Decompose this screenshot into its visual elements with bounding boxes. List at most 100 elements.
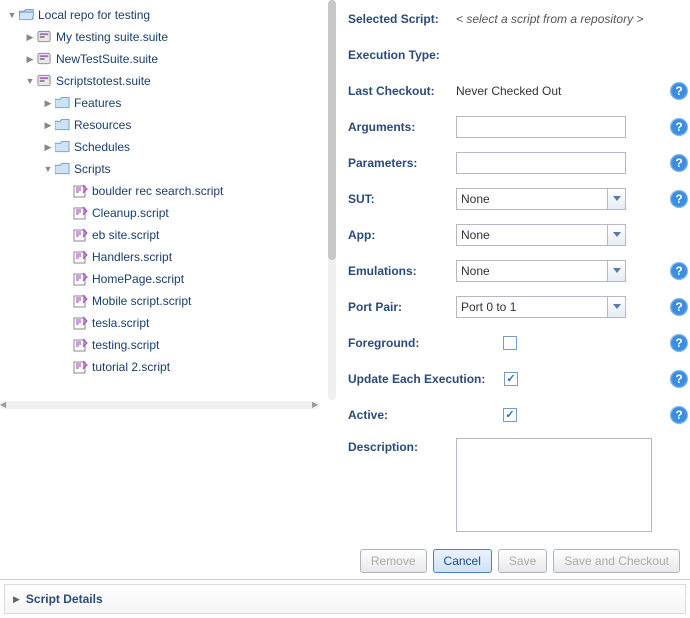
- folder-icon: [54, 161, 70, 177]
- tree-label: Scriptstotest.suite: [56, 74, 151, 88]
- remove-button[interactable]: Remove: [360, 549, 427, 573]
- save-checkout-button[interactable]: Save and Checkout: [553, 549, 680, 573]
- cancel-button[interactable]: Cancel: [433, 549, 492, 573]
- arguments-input[interactable]: [456, 116, 626, 138]
- description-label: Description:: [348, 438, 456, 454]
- selected-script-label: Selected Script:: [348, 12, 456, 26]
- help-icon[interactable]: ?: [670, 262, 688, 280]
- description-textarea[interactable]: [456, 438, 652, 532]
- app-select[interactable]: None: [456, 224, 626, 246]
- script-icon: [72, 249, 88, 265]
- sut-label: SUT:: [348, 192, 456, 206]
- tree-script-item[interactable]: boulder rec search.script: [6, 180, 338, 202]
- select-value: None: [457, 192, 607, 206]
- tree-label: tutorial 2.script: [92, 360, 170, 374]
- expander-icon[interactable]: ▶: [24, 32, 36, 43]
- help-icon[interactable]: ?: [670, 298, 688, 316]
- tree-script-item[interactable]: Mobile script.script: [6, 290, 338, 312]
- emulations-select[interactable]: None: [456, 260, 626, 282]
- tree-root[interactable]: ▼ Local repo for testing: [6, 4, 338, 26]
- tree-label: Resources: [74, 118, 131, 132]
- folder-icon: [54, 117, 70, 133]
- tree-folder-item[interactable]: ▶ Resources: [6, 114, 338, 136]
- script-icon: [72, 183, 88, 199]
- expander-icon[interactable]: ▶: [42, 142, 54, 153]
- repository-tree-panel: ▼ Local repo for testing ▶ My testing su…: [0, 0, 338, 579]
- scroll-right-icon[interactable]: ▶: [312, 401, 320, 409]
- tree-script-item[interactable]: Cleanup.script: [6, 202, 338, 224]
- horizontal-scrollbar[interactable]: ◀ ▶: [0, 401, 320, 409]
- tree-label: testing.script: [92, 338, 159, 352]
- tree-script-item[interactable]: tutorial 2.script: [6, 356, 338, 378]
- dropdown-arrow-icon[interactable]: [607, 225, 625, 245]
- tree-folder-scripts[interactable]: ▼ Scripts: [6, 158, 338, 180]
- folder-icon: [54, 139, 70, 155]
- port-pair-select[interactable]: Port 0 to 1: [456, 296, 626, 318]
- tree-label: Schedules: [74, 140, 130, 154]
- tree-label: My testing suite.suite: [56, 30, 168, 44]
- last-checkout-label: Last Checkout:: [348, 84, 456, 98]
- script-icon: [72, 271, 88, 287]
- help-icon[interactable]: ?: [670, 334, 688, 352]
- scrollbar-thumb[interactable]: [328, 0, 336, 260]
- help-icon[interactable]: ?: [670, 154, 688, 172]
- save-button[interactable]: Save: [498, 549, 547, 573]
- port-pair-label: Port Pair:: [348, 300, 456, 314]
- tree-suite-item[interactable]: ▶ My testing suite.suite: [6, 26, 338, 48]
- sut-select[interactable]: None: [456, 188, 626, 210]
- emulations-label: Emulations:: [348, 264, 456, 278]
- script-icon: [72, 227, 88, 243]
- dropdown-arrow-icon[interactable]: [607, 297, 625, 317]
- help-icon[interactable]: ?: [670, 370, 688, 388]
- folder-icon: [54, 95, 70, 111]
- expander-icon[interactable]: ▶: [24, 54, 36, 65]
- arguments-label: Arguments:: [348, 120, 456, 134]
- tree-script-item[interactable]: HomePage.script: [6, 268, 338, 290]
- tree-label: HomePage.script: [92, 272, 184, 286]
- tree-script-item[interactable]: Handlers.script: [6, 246, 338, 268]
- active-checkbox[interactable]: [503, 408, 517, 422]
- last-checkout-value: Never Checked Out: [456, 84, 561, 98]
- help-icon[interactable]: ?: [670, 118, 688, 136]
- tree-suite-item[interactable]: ▼ Scriptstotest.suite: [6, 70, 338, 92]
- parameters-label: Parameters:: [348, 156, 456, 170]
- app-label: App:: [348, 228, 456, 242]
- tree-script-item[interactable]: testing.script: [6, 334, 338, 356]
- expander-icon[interactable]: ▼: [42, 164, 54, 174]
- foreground-checkbox[interactable]: [503, 336, 517, 350]
- tree-folder-item[interactable]: ▶ Features: [6, 92, 338, 114]
- tree-label: tesla.script: [92, 316, 149, 330]
- tree-label: Mobile script.script: [92, 294, 191, 308]
- tree-label: Features: [74, 96, 121, 110]
- dropdown-arrow-icon[interactable]: [607, 189, 625, 209]
- script-details-label: Script Details: [26, 592, 103, 606]
- expander-icon[interactable]: ▼: [6, 10, 18, 20]
- vertical-scrollbar[interactable]: [328, 0, 336, 400]
- script-icon: [72, 293, 88, 309]
- expander-icon[interactable]: ▶: [42, 120, 54, 131]
- execution-type-label: Execution Type:: [348, 48, 456, 62]
- tree-label: NewTestSuite.suite: [56, 52, 158, 66]
- active-label: Active:: [348, 408, 456, 422]
- select-value: Port 0 to 1: [457, 300, 607, 314]
- help-icon[interactable]: ?: [670, 82, 688, 100]
- tree-suite-item[interactable]: ▶ NewTestSuite.suite: [6, 48, 338, 70]
- scroll-left-icon[interactable]: ◀: [0, 401, 8, 409]
- help-icon[interactable]: ?: [670, 190, 688, 208]
- script-details-toggle[interactable]: ▶ Script Details: [4, 584, 686, 614]
- expander-icon[interactable]: ▶: [42, 98, 54, 109]
- chevron-right-icon: ▶: [13, 594, 20, 605]
- tree-label: eb site.script: [92, 228, 159, 242]
- script-icon: [72, 359, 88, 375]
- dropdown-arrow-icon[interactable]: [607, 261, 625, 281]
- update-each-checkbox[interactable]: [504, 372, 518, 386]
- parameters-input[interactable]: [456, 152, 626, 174]
- tree-script-item[interactable]: tesla.script: [6, 312, 338, 334]
- script-icon: [72, 205, 88, 221]
- tree-script-item[interactable]: eb site.script: [6, 224, 338, 246]
- expander-icon[interactable]: ▼: [24, 76, 36, 86]
- script-icon: [72, 337, 88, 353]
- help-icon[interactable]: ?: [670, 406, 688, 424]
- tree-folder-item[interactable]: ▶ Schedules: [6, 136, 338, 158]
- selected-script-value: < select a script from a repository >: [456, 12, 643, 26]
